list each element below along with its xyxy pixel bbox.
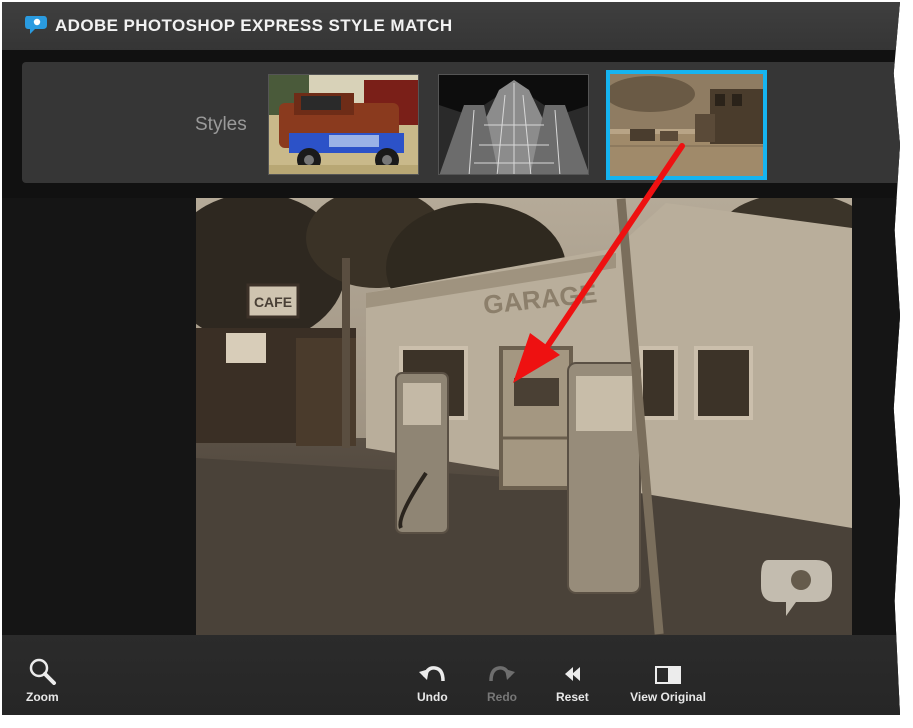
styles-bar: Styles — [22, 62, 900, 183]
western-town-image — [610, 74, 763, 176]
gas-station-photo: CAFE GARAGE — [196, 198, 852, 635]
cafe-sign: CAFE — [254, 294, 292, 310]
reset-label: Reset — [556, 690, 589, 704]
rusty-truck-image — [269, 75, 418, 174]
style-thumbnail-western-town[interactable] — [606, 70, 767, 180]
undo-button[interactable]: Undo — [417, 663, 448, 704]
undo-icon — [419, 666, 446, 682]
style-thumbnail-rusty-truck[interactable] — [268, 74, 419, 175]
styles-label: Styles — [195, 114, 247, 135]
zoom-icon — [30, 658, 57, 685]
redo-label: Redo — [487, 690, 517, 704]
main-canvas-area: CAFE GARAGE — [2, 198, 900, 635]
cathedral-image — [439, 75, 588, 174]
bottom-toolbar: Zoom Undo Redo Reset View Original — [2, 635, 900, 715]
undo-label: Undo — [417, 690, 448, 704]
redo-button[interactable]: Redo — [487, 663, 517, 704]
title-bar: ADOBE PHOTOSHOP EXPRESS STYLE MATCH — [2, 2, 900, 50]
reset-icon — [565, 667, 581, 681]
view-original-icon — [655, 666, 681, 684]
view-original-button[interactable]: View Original — [628, 663, 708, 704]
main-photo: CAFE GARAGE — [196, 198, 852, 635]
app-window: ADOBE PHOTOSHOP EXPRESS STYLE MATCH Styl… — [2, 2, 900, 715]
zoom-button[interactable]: Zoom — [26, 657, 59, 704]
reset-button[interactable]: Reset — [556, 663, 589, 704]
view-original-label: View Original — [630, 690, 706, 704]
style-thumbnail-cathedral[interactable] — [438, 74, 589, 175]
window-title: ADOBE PHOTOSHOP EXPRESS STYLE MATCH — [55, 16, 453, 35]
redo-icon — [489, 666, 515, 682]
app-logo-icon — [25, 16, 47, 34]
zoom-label: Zoom — [26, 690, 59, 704]
